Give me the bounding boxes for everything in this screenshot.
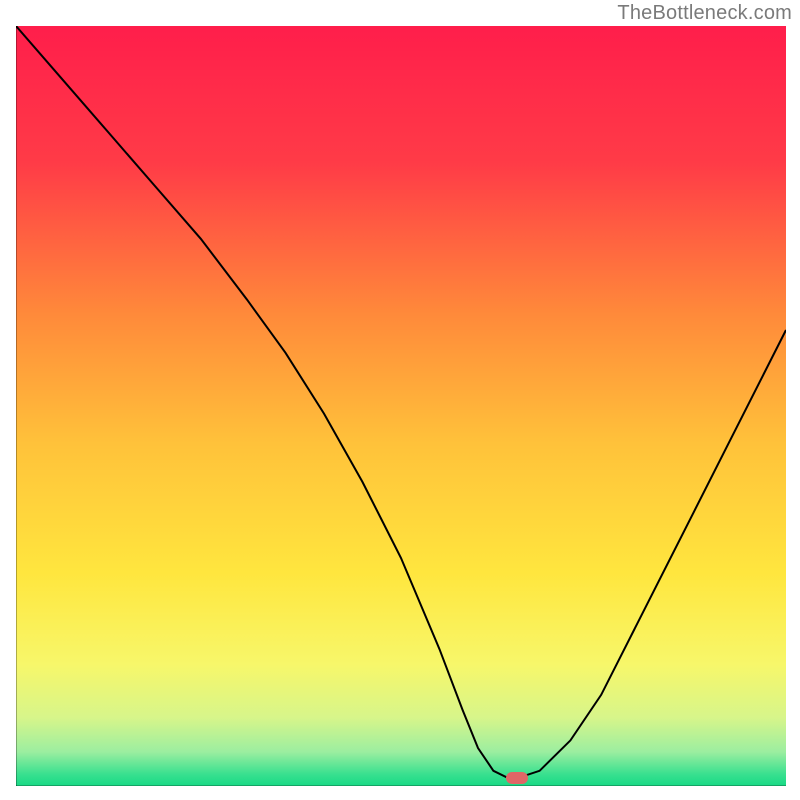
- plot-area: [16, 26, 786, 786]
- chart-container: TheBottleneck.com: [0, 0, 800, 800]
- background-gradient: [16, 26, 786, 786]
- highlight-marker: [506, 772, 528, 784]
- watermark-text: TheBottleneck.com: [617, 2, 792, 25]
